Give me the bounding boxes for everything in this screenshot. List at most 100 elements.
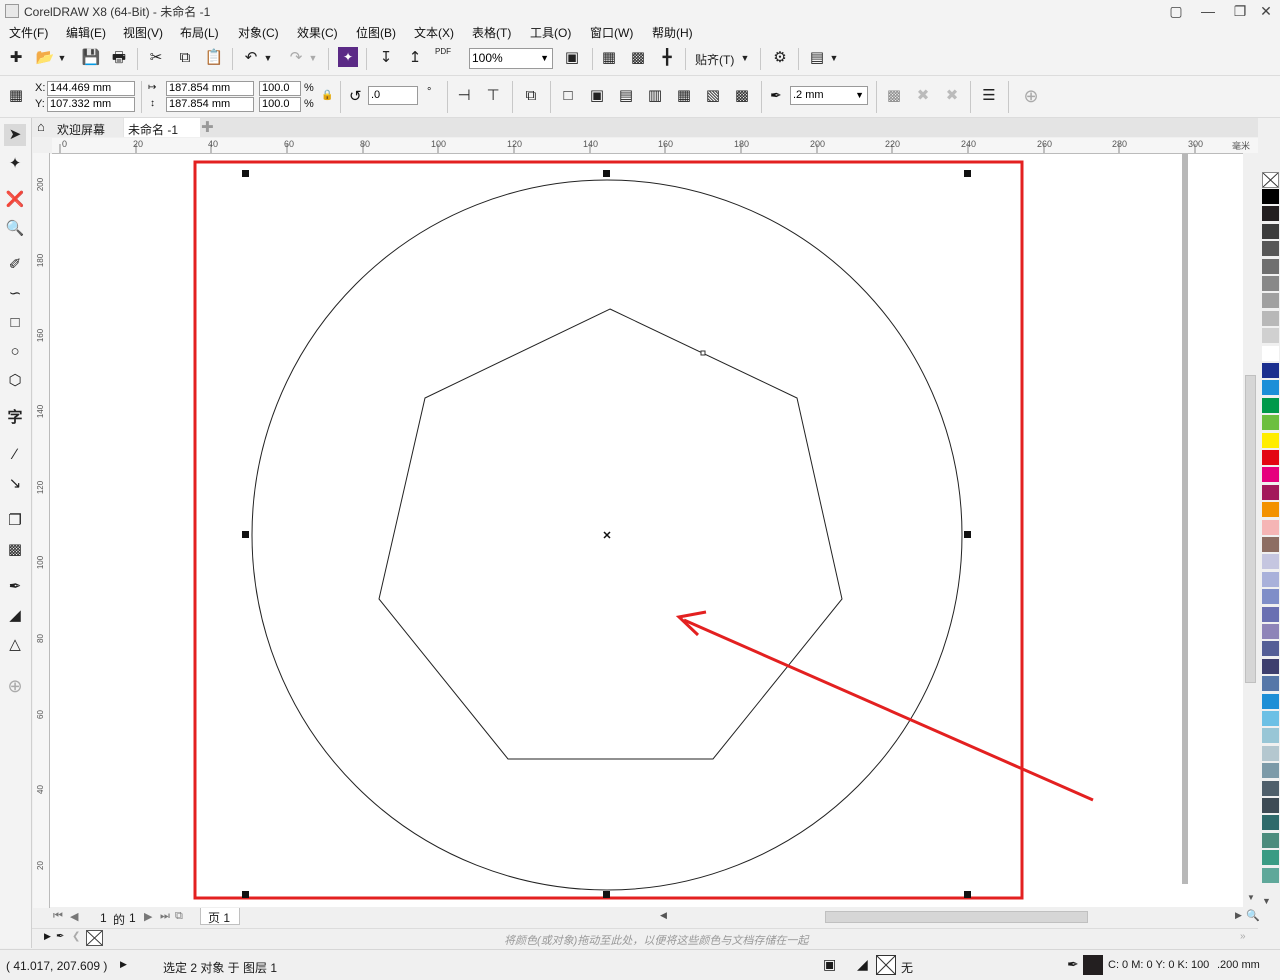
color-swatch[interactable]	[1262, 380, 1279, 397]
undo-icon[interactable]: ↶	[240, 47, 262, 69]
cut-icon[interactable]: ✂	[145, 47, 167, 69]
vertical-ruler[interactable]: 200 180 160 140 120 100 80 60 40 20	[33, 153, 50, 908]
text-tool-icon[interactable]: 字	[4, 407, 26, 429]
export-icon[interactable]: ↥	[404, 47, 426, 69]
front-minus-back-icon[interactable]: ▦	[673, 85, 695, 107]
color-swatch[interactable]	[1262, 363, 1279, 379]
app-launcher-icon[interactable]: ▤	[806, 47, 828, 69]
vertical-scrollbar[interactable]: ▼	[1243, 153, 1259, 908]
menu-window[interactable]: 窗口(W)	[590, 24, 633, 41]
snap-dropdown-icon[interactable]: ▼	[739, 47, 751, 69]
last-page-icon[interactable]: ⏭	[160, 910, 170, 923]
menu-view[interactable]: 视图(V)	[123, 24, 163, 41]
artistic-media-icon[interactable]: ∽	[4, 283, 26, 305]
options-gear-icon[interactable]: ⚙	[769, 47, 791, 69]
freehand-tool-icon[interactable]: ✐	[4, 254, 26, 276]
close-button[interactable]: ✕	[1250, 0, 1280, 22]
drawing-canvas[interactable]	[50, 154, 1245, 907]
color-swatch[interactable]	[1262, 745, 1279, 762]
color-swatch[interactable]	[1262, 798, 1279, 814]
doc-palette-eyedropper-icon[interactable]: ✒	[56, 931, 64, 942]
horizontal-ruler[interactable]: 0 20 40 60 80 100 120 140 160 180 200 22…	[52, 138, 1258, 154]
customize-toolbox-icon[interactable]: ⊕	[4, 675, 26, 697]
menu-edit[interactable]: 编辑(E)	[66, 24, 106, 41]
back-minus-front-icon[interactable]: ▧	[702, 85, 724, 107]
first-page-icon[interactable]: ⏮	[53, 910, 63, 923]
account-icon[interactable]: ▢	[1160, 0, 1192, 22]
intersect-icon[interactable]: ▤	[615, 85, 637, 107]
color-swatch[interactable]	[1262, 450, 1279, 466]
color-swatch[interactable]	[1262, 293, 1279, 310]
fill-swatch-none[interactable]	[876, 955, 896, 975]
y-position-field[interactable]: 107.332 mm	[47, 97, 135, 112]
tab-welcome[interactable]: ⌂ 欢迎屏幕	[32, 118, 123, 137]
lock-ratio-icon[interactable]: 🔒	[321, 90, 333, 101]
snap-to-menu[interactable]: 贴齐(T)	[695, 51, 734, 68]
width-field[interactable]: 187.854 mm	[166, 81, 254, 96]
color-swatch[interactable]	[1262, 624, 1279, 640]
color-swatch[interactable]	[1262, 432, 1279, 449]
palette-scroll-down-icon[interactable]: ▼	[1262, 896, 1271, 906]
outline-width-select[interactable]: .2 mm ▼	[790, 86, 868, 105]
menu-tools[interactable]: 工具(O)	[530, 24, 571, 41]
color-swatch[interactable]	[1262, 415, 1279, 432]
color-swatch[interactable]	[1262, 519, 1279, 536]
zoom-level-select[interactable]: 100% ▼	[469, 48, 553, 69]
parallel-dimension-icon[interactable]: ∕	[4, 444, 26, 466]
eyedropper-icon[interactable]: ✒	[4, 576, 26, 598]
color-swatch[interactable]	[1262, 206, 1279, 223]
color-swatch[interactable]	[1262, 641, 1279, 658]
color-swatch[interactable]	[1262, 554, 1279, 571]
next-page-icon[interactable]: ▶	[144, 910, 152, 923]
color-swatch[interactable]	[1262, 537, 1279, 553]
interactive-fill-icon[interactable]: ◢	[4, 605, 26, 627]
no-color-swatch[interactable]	[1262, 172, 1279, 188]
menu-help[interactable]: 帮助(H)	[652, 24, 693, 41]
color-swatch[interactable]	[1262, 241, 1279, 258]
tab-document[interactable]: 未命名 -1	[124, 118, 200, 137]
rotation-field[interactable]: .0	[368, 86, 418, 105]
doc-palette-menu-icon[interactable]: ▶	[44, 931, 51, 942]
save-icon[interactable]: 💾	[80, 47, 102, 69]
page-tab[interactable]: 页 1	[200, 908, 240, 925]
align-distribute-icon[interactable]: ☰	[978, 85, 1000, 107]
menu-object[interactable]: 对象(C)	[238, 24, 279, 41]
menu-effects[interactable]: 效果(C)	[297, 24, 338, 41]
weld-icon[interactable]: □	[557, 85, 579, 107]
navigator-zoom-icon[interactable]: 🔍	[1246, 909, 1260, 922]
create-boundary-icon[interactable]: ▩	[731, 85, 753, 107]
outline-color-swatch[interactable]	[1083, 955, 1103, 975]
redo-dropdown-icon[interactable]: ▼	[307, 47, 319, 69]
add-page-icon[interactable]: ⧉	[175, 910, 183, 923]
color-swatch[interactable]	[1262, 223, 1279, 240]
color-swatch[interactable]	[1262, 711, 1279, 727]
open-icon[interactable]: 📂	[34, 47, 56, 69]
shape-tool-icon[interactable]: ✦	[4, 153, 26, 175]
color-swatch[interactable]	[1262, 832, 1279, 849]
ellipse-tool-icon[interactable]: ○	[4, 341, 26, 363]
menu-table[interactable]: 表格(T)	[472, 24, 511, 41]
rectangle-tool-icon[interactable]: □	[4, 312, 26, 334]
menu-file[interactable]: 文件(F)	[9, 24, 48, 41]
color-swatch[interactable]	[1262, 780, 1279, 797]
scale-width-field[interactable]: 100.0	[259, 81, 301, 96]
break-apart-icon[interactable]: ✖	[912, 85, 934, 107]
redo-icon[interactable]: ↷	[285, 47, 307, 69]
doc-palette-no-color-swatch[interactable]	[86, 930, 103, 946]
menu-layout[interactable]: 布局(L)	[180, 24, 219, 41]
horizontal-scroll-thumb[interactable]	[825, 911, 1088, 923]
publish-pdf-icon[interactable]: PDF	[432, 47, 454, 69]
launcher-dropdown-icon[interactable]: ▼	[828, 47, 840, 69]
color-swatch[interactable]	[1262, 310, 1279, 327]
color-swatch[interactable]	[1262, 728, 1279, 745]
minimize-button[interactable]: —	[1192, 0, 1224, 22]
menu-text[interactable]: 文本(X)	[414, 24, 454, 41]
color-swatch[interactable]	[1262, 867, 1279, 884]
add-icon[interactable]: ⊕	[1020, 85, 1042, 107]
crop-tool-icon[interactable]: ❌	[4, 189, 26, 211]
copy-icon[interactable]: ⧉	[174, 47, 196, 69]
mirror-vertical-icon[interactable]: ⊤	[482, 85, 504, 107]
prev-page-icon[interactable]: ◀	[70, 910, 78, 923]
paste-icon[interactable]: 📋	[203, 47, 225, 69]
color-swatch[interactable]	[1262, 276, 1279, 292]
